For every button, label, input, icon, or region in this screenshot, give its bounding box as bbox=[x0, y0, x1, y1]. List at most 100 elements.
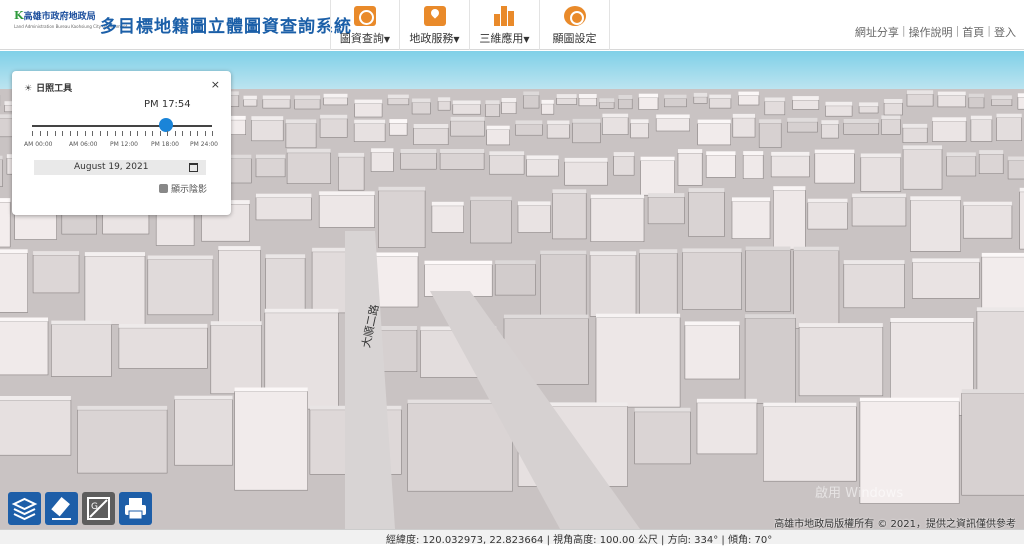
building-roof bbox=[354, 99, 383, 104]
building-block bbox=[634, 411, 691, 465]
close-icon[interactable]: × bbox=[211, 78, 220, 91]
building-roof bbox=[821, 120, 839, 125]
building-roof bbox=[389, 119, 408, 124]
building-block bbox=[286, 152, 331, 185]
building-roof bbox=[174, 395, 233, 400]
measure-button[interactable]: G bbox=[82, 492, 115, 525]
building-block bbox=[991, 99, 1013, 107]
building-roof bbox=[884, 99, 903, 103]
building-roof bbox=[648, 193, 685, 198]
building-roof bbox=[319, 191, 375, 196]
time-slider-track[interactable] bbox=[32, 125, 212, 127]
building-roof bbox=[684, 321, 740, 326]
building-roof bbox=[682, 248, 742, 253]
building-block bbox=[0, 321, 49, 376]
building-roof bbox=[51, 320, 112, 325]
building-roof bbox=[210, 321, 262, 326]
slider-tick bbox=[137, 131, 138, 136]
building-roof bbox=[970, 115, 992, 120]
building-block bbox=[807, 202, 848, 230]
building-block bbox=[439, 152, 485, 170]
building-block bbox=[234, 391, 309, 491]
nav-land-service[interactable]: 地政服務▼ bbox=[400, 0, 470, 50]
slider-tick bbox=[39, 131, 41, 136]
building-block bbox=[541, 103, 555, 115]
shadow-toggle[interactable]: 顯示陰影 bbox=[159, 182, 207, 195]
building-roof bbox=[743, 151, 764, 156]
building-roof bbox=[732, 197, 770, 202]
building-roof bbox=[764, 97, 785, 102]
building-roof bbox=[338, 152, 365, 157]
calendar-icon[interactable] bbox=[189, 163, 198, 172]
building-block bbox=[946, 156, 977, 177]
link-login[interactable]: 登入 bbox=[994, 24, 1016, 40]
building-block bbox=[937, 95, 967, 108]
slider-tick bbox=[197, 131, 198, 136]
print-button[interactable] bbox=[119, 492, 152, 525]
building-roof bbox=[1017, 93, 1024, 98]
building-roof bbox=[814, 149, 855, 154]
bureau-logo[interactable]: K高雄市政府地政局 Land Administration Bureau Kao… bbox=[14, 9, 127, 39]
building-roof bbox=[638, 93, 658, 98]
building-block bbox=[881, 119, 901, 135]
building-block bbox=[517, 205, 551, 233]
building-block bbox=[255, 197, 312, 221]
land-service-icon bbox=[423, 6, 446, 26]
building-roof bbox=[693, 92, 708, 97]
printer-icon bbox=[125, 498, 146, 520]
slider-tick bbox=[77, 131, 78, 136]
building-block bbox=[147, 259, 214, 316]
windows-watermark: 啟用 Windows bbox=[815, 486, 904, 501]
building-block bbox=[762, 406, 857, 482]
building-roof bbox=[996, 113, 1022, 118]
map-toolbar: G bbox=[8, 492, 152, 525]
building-block bbox=[705, 155, 736, 178]
link-help[interactable]: 操作說明 bbox=[909, 24, 953, 40]
building-block bbox=[0, 399, 72, 456]
building-block bbox=[745, 250, 791, 312]
slider-tick bbox=[204, 131, 206, 136]
building-block bbox=[860, 157, 902, 192]
chevron-down-icon: ▼ bbox=[453, 35, 460, 44]
tick-label: PM 18:00 bbox=[151, 141, 179, 148]
building-block bbox=[84, 255, 146, 326]
building-block bbox=[501, 101, 517, 114]
building-block bbox=[677, 152, 703, 186]
chevron-down-icon: ▼ bbox=[383, 35, 391, 44]
time-slider-handle[interactable] bbox=[159, 118, 174, 132]
building-roof bbox=[590, 251, 636, 256]
nav-3d-apps[interactable]: 三維應用▼ bbox=[470, 0, 540, 50]
checkbox[interactable] bbox=[159, 184, 168, 193]
building-block bbox=[640, 160, 675, 196]
link-home[interactable]: 首頁 bbox=[962, 24, 984, 40]
slider-tick bbox=[47, 131, 48, 136]
building-roof bbox=[0, 155, 3, 160]
building-roof bbox=[859, 397, 960, 402]
building-block bbox=[318, 195, 376, 228]
building-block bbox=[552, 193, 587, 240]
date-picker[interactable]: August 19, 2021 bbox=[34, 160, 206, 175]
slider-tick bbox=[54, 131, 56, 136]
building-roof bbox=[981, 252, 1024, 257]
building-block bbox=[630, 123, 649, 139]
building-block bbox=[0, 159, 3, 187]
buildings-3d-icon bbox=[493, 6, 516, 26]
building-block bbox=[0, 253, 29, 313]
building-roof bbox=[688, 188, 725, 193]
erase-button[interactable] bbox=[45, 492, 78, 525]
nav-map-query[interactable]: 圖資查詢▼ bbox=[330, 0, 400, 50]
building-roof bbox=[412, 98, 431, 103]
layers-button[interactable] bbox=[8, 492, 41, 525]
building-block bbox=[638, 97, 659, 110]
building-roof bbox=[937, 91, 966, 96]
tick-label: AM 00:00 bbox=[24, 141, 53, 148]
nav-display-settings[interactable]: 顯圖設定 bbox=[540, 0, 610, 50]
building-block bbox=[255, 158, 286, 178]
building-roof bbox=[807, 198, 848, 203]
building-block bbox=[370, 152, 394, 172]
building-block bbox=[639, 252, 678, 322]
slider-tick bbox=[174, 131, 176, 136]
building-roof bbox=[709, 94, 731, 99]
link-share-url[interactable]: 網址分享 bbox=[855, 24, 899, 40]
building-roof bbox=[118, 323, 208, 328]
